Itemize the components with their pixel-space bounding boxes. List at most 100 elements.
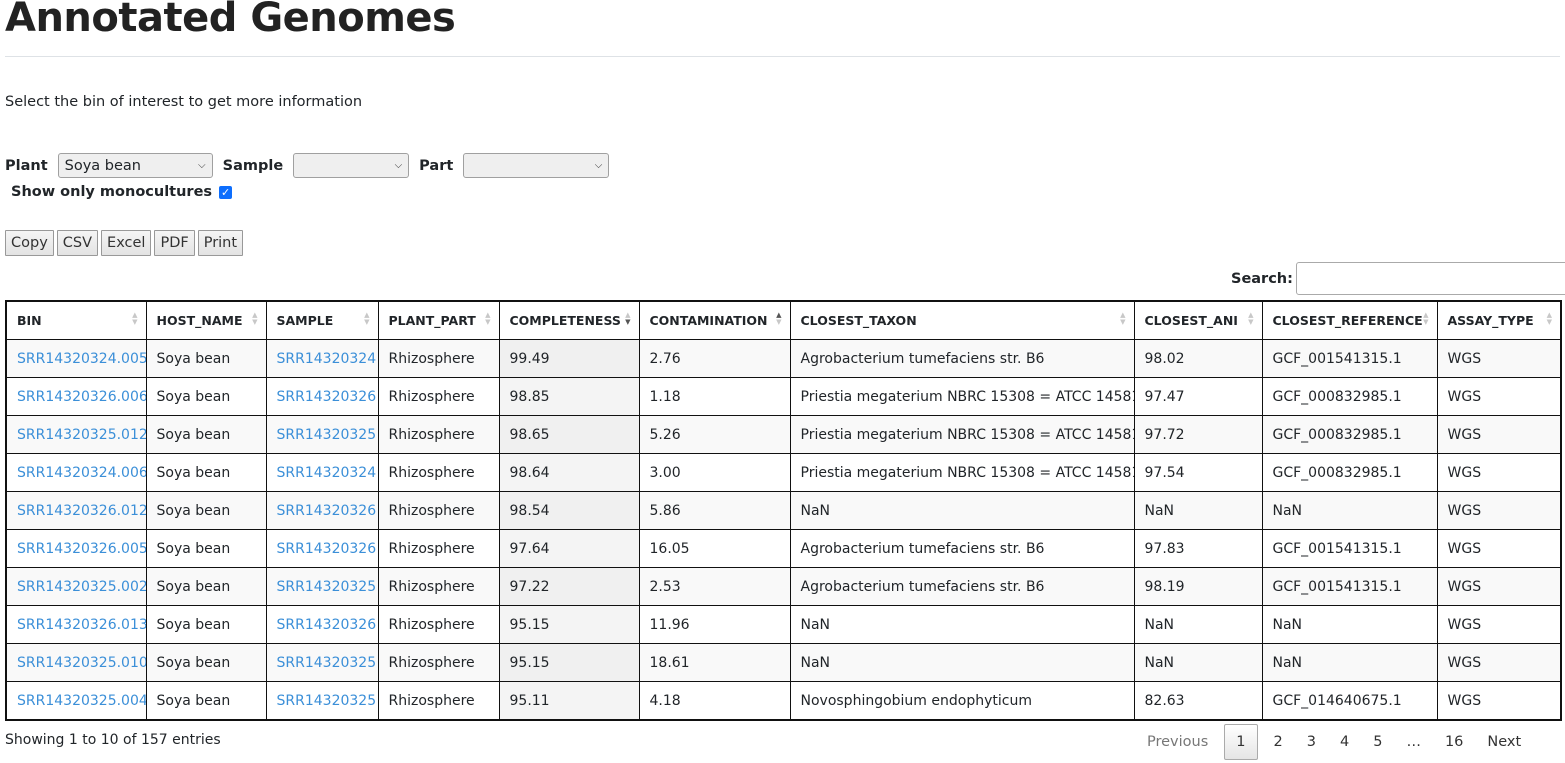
table-row: SRR14320325.010 Soya bean SRR14320325 Rhizo… xyxy=(5,643,1562,682)
sample-link[interactable]: SRR14320326 xyxy=(277,389,377,405)
export-buttons: Copy CSV Excel PDF Print xyxy=(5,230,246,256)
cell-closest-reference: GCF_000832985.1 xyxy=(1261,377,1438,416)
cell-plant-part: Rhizosphere xyxy=(377,643,500,682)
bin-link[interactable]: SRR14320325.010 xyxy=(17,655,145,671)
sort-icon: ▲ ▼ xyxy=(1423,311,1429,326)
page-title: Annotated Genomes xyxy=(5,0,456,41)
csv-button[interactable]: CSV xyxy=(56,230,99,256)
column-header-label: SAMPLE xyxy=(276,313,334,328)
bin-link[interactable]: SRR14320326.013 xyxy=(17,617,145,633)
print-button[interactable]: Print xyxy=(197,230,244,256)
cell-closest-taxon: NaN xyxy=(789,491,1135,530)
cell-completeness: 98.54 xyxy=(498,491,640,530)
sort-icon: ▲ ▼ xyxy=(1546,311,1552,326)
sample-link[interactable]: SRR14320325 xyxy=(277,693,377,709)
pdf-button[interactable]: PDF xyxy=(154,230,195,256)
table-row: SRR14320326.005 Soya bean SRR14320326 Rhizo… xyxy=(5,529,1562,568)
column-header-contamination[interactable]: CONTAMINATION ▲ ▼ xyxy=(638,300,791,340)
column-header-assay-type[interactable]: ASSAY_TYPE ▲ ▼ xyxy=(1436,300,1562,340)
page-4[interactable]: 4 xyxy=(1328,724,1361,760)
cell-bin: SRR14320324.005 xyxy=(5,339,147,378)
table-info: Showing 1 to 10 of 157 entries xyxy=(5,732,221,748)
sample-link[interactable]: SRR14320325 xyxy=(277,427,377,443)
chevron-down-icon: ⌵ xyxy=(198,160,206,171)
column-header-sample[interactable]: SAMPLE ▲ ▼ xyxy=(265,300,379,340)
cell-completeness: 99.49 xyxy=(498,339,640,378)
intro-text: Select the bin of interest to get more i… xyxy=(5,94,363,110)
table-row: SRR14320325.002 Soya bean SRR14320325 Rhizo… xyxy=(5,567,1562,606)
next-button[interactable]: Next xyxy=(1475,724,1533,760)
sample-link[interactable]: SRR14320324 xyxy=(277,465,377,481)
pagination: Previous 1 2 3 4 5 … 16 Next xyxy=(1135,724,1533,760)
plant-select[interactable]: Soya bean ⌵ xyxy=(57,153,213,178)
column-header-bin[interactable]: BIN ▲ ▼ xyxy=(5,300,147,340)
sort-icon: ▲ ▼ xyxy=(485,311,491,326)
cell-closest-reference: GCF_000832985.1 xyxy=(1261,415,1438,454)
sample-link[interactable]: SRR14320325 xyxy=(277,579,377,595)
cell-assay-type: WGS xyxy=(1436,453,1562,492)
search-input[interactable] xyxy=(1295,262,1565,295)
cell-bin: SRR14320326.006 xyxy=(5,377,147,416)
page-2[interactable]: 2 xyxy=(1262,724,1295,760)
sample-link[interactable]: SRR14320325 xyxy=(277,655,377,671)
bin-link[interactable]: SRR14320326.006 xyxy=(17,389,145,405)
cell-completeness: 98.64 xyxy=(498,453,640,492)
cell-completeness: 97.22 xyxy=(498,567,640,606)
cell-sample: SRR14320326 xyxy=(265,377,379,416)
column-header-plant-part[interactable]: PLANT_PART ▲ ▼ xyxy=(377,300,500,340)
copy-button[interactable]: Copy xyxy=(5,230,54,256)
sample-link[interactable]: SRR14320326 xyxy=(277,503,377,519)
bin-link[interactable]: SRR14320326.012 xyxy=(17,503,145,519)
bin-link[interactable]: SRR14320325.002 xyxy=(17,579,145,595)
part-select[interactable]: ⌵ xyxy=(463,153,610,178)
bin-link[interactable]: SRR14320326.005 xyxy=(17,541,145,557)
bin-link[interactable]: SRR14320325.004 xyxy=(17,693,145,709)
bin-link[interactable]: SRR14320324.006 xyxy=(17,465,145,481)
page-1[interactable]: 1 xyxy=(1224,724,1258,760)
column-header-closest-taxon[interactable]: CLOSEST_TAXON ▲ ▼ xyxy=(789,300,1135,340)
monocultures-checkbox[interactable]: ✓ xyxy=(219,185,233,199)
cell-bin: SRR14320326.013 xyxy=(5,605,147,644)
cell-contamination: 16.05 xyxy=(638,529,791,568)
cell-contamination: 18.61 xyxy=(638,643,791,682)
cell-sample: SRR14320326 xyxy=(265,491,379,530)
cell-contamination: 2.53 xyxy=(638,567,791,606)
column-header-completeness[interactable]: COMPLETENESS ▲ ▼ xyxy=(498,300,640,340)
bin-link[interactable]: SRR14320324.005 xyxy=(17,351,145,367)
cell-assay-type: WGS xyxy=(1436,377,1562,416)
cell-host-name: Soya bean xyxy=(145,491,267,530)
cell-host-name: Soya bean xyxy=(145,529,267,568)
cell-bin: SRR14320324.006 xyxy=(5,453,147,492)
cell-plant-part: Rhizosphere xyxy=(377,453,500,492)
page-5[interactable]: 5 xyxy=(1361,724,1394,760)
cell-closest-taxon: NaN xyxy=(789,643,1135,682)
page-16[interactable]: 16 xyxy=(1433,724,1475,760)
table-row: SRR14320326.012 Soya bean SRR14320326 Rhizo… xyxy=(5,491,1562,530)
genomes-table: BIN ▲ ▼ HOST_NAME ▲ ▼ SAMPLE ▲ ▼ PLANT_PART ▲ ▼ COMP… xyxy=(5,300,1562,721)
cell-closest-taxon: Novosphingobium endophyticum xyxy=(789,681,1135,721)
previous-button[interactable]: Previous xyxy=(1135,724,1220,760)
sort-icon: ▲ ▼ xyxy=(252,311,258,326)
column-header-closest-reference[interactable]: CLOSEST_REFERENCE ▲ ▼ xyxy=(1261,300,1438,340)
cell-contamination: 11.96 xyxy=(638,605,791,644)
page-3[interactable]: 3 xyxy=(1295,724,1328,760)
column-header-label: BIN xyxy=(17,313,42,328)
cell-host-name: Soya bean xyxy=(145,681,267,721)
excel-button[interactable]: Excel xyxy=(101,230,152,256)
sample-link[interactable]: SRR14320324 xyxy=(277,351,377,367)
column-header-closest-ani[interactable]: CLOSEST_ANI ▲ ▼ xyxy=(1133,300,1263,340)
column-header-host-name[interactable]: HOST_NAME ▲ ▼ xyxy=(145,300,267,340)
column-header-label: COMPLETENESS xyxy=(509,313,621,328)
sample-select[interactable]: ⌵ xyxy=(293,153,410,178)
bin-link[interactable]: SRR14320325.012 xyxy=(17,427,145,443)
column-header-label: CONTAMINATION xyxy=(649,313,768,328)
monocultures-toggle: Show only monocultures ✓ xyxy=(11,184,233,200)
chevron-down-icon: ⌵ xyxy=(594,160,603,171)
cell-closest-taxon: Agrobacterium tumefaciens str. B6 xyxy=(789,339,1135,378)
cell-sample: SRR14320326 xyxy=(265,529,379,568)
sample-link[interactable]: SRR14320326 xyxy=(277,617,377,633)
filter-bar: Plant Soya bean ⌵ Sample ⌵ Part ⌵ xyxy=(5,152,619,179)
sample-link[interactable]: SRR14320326 xyxy=(277,541,377,557)
cell-completeness: 97.64 xyxy=(498,529,640,568)
table-row: SRR14320326.006 Soya bean SRR14320326 Rhizo… xyxy=(5,377,1562,416)
